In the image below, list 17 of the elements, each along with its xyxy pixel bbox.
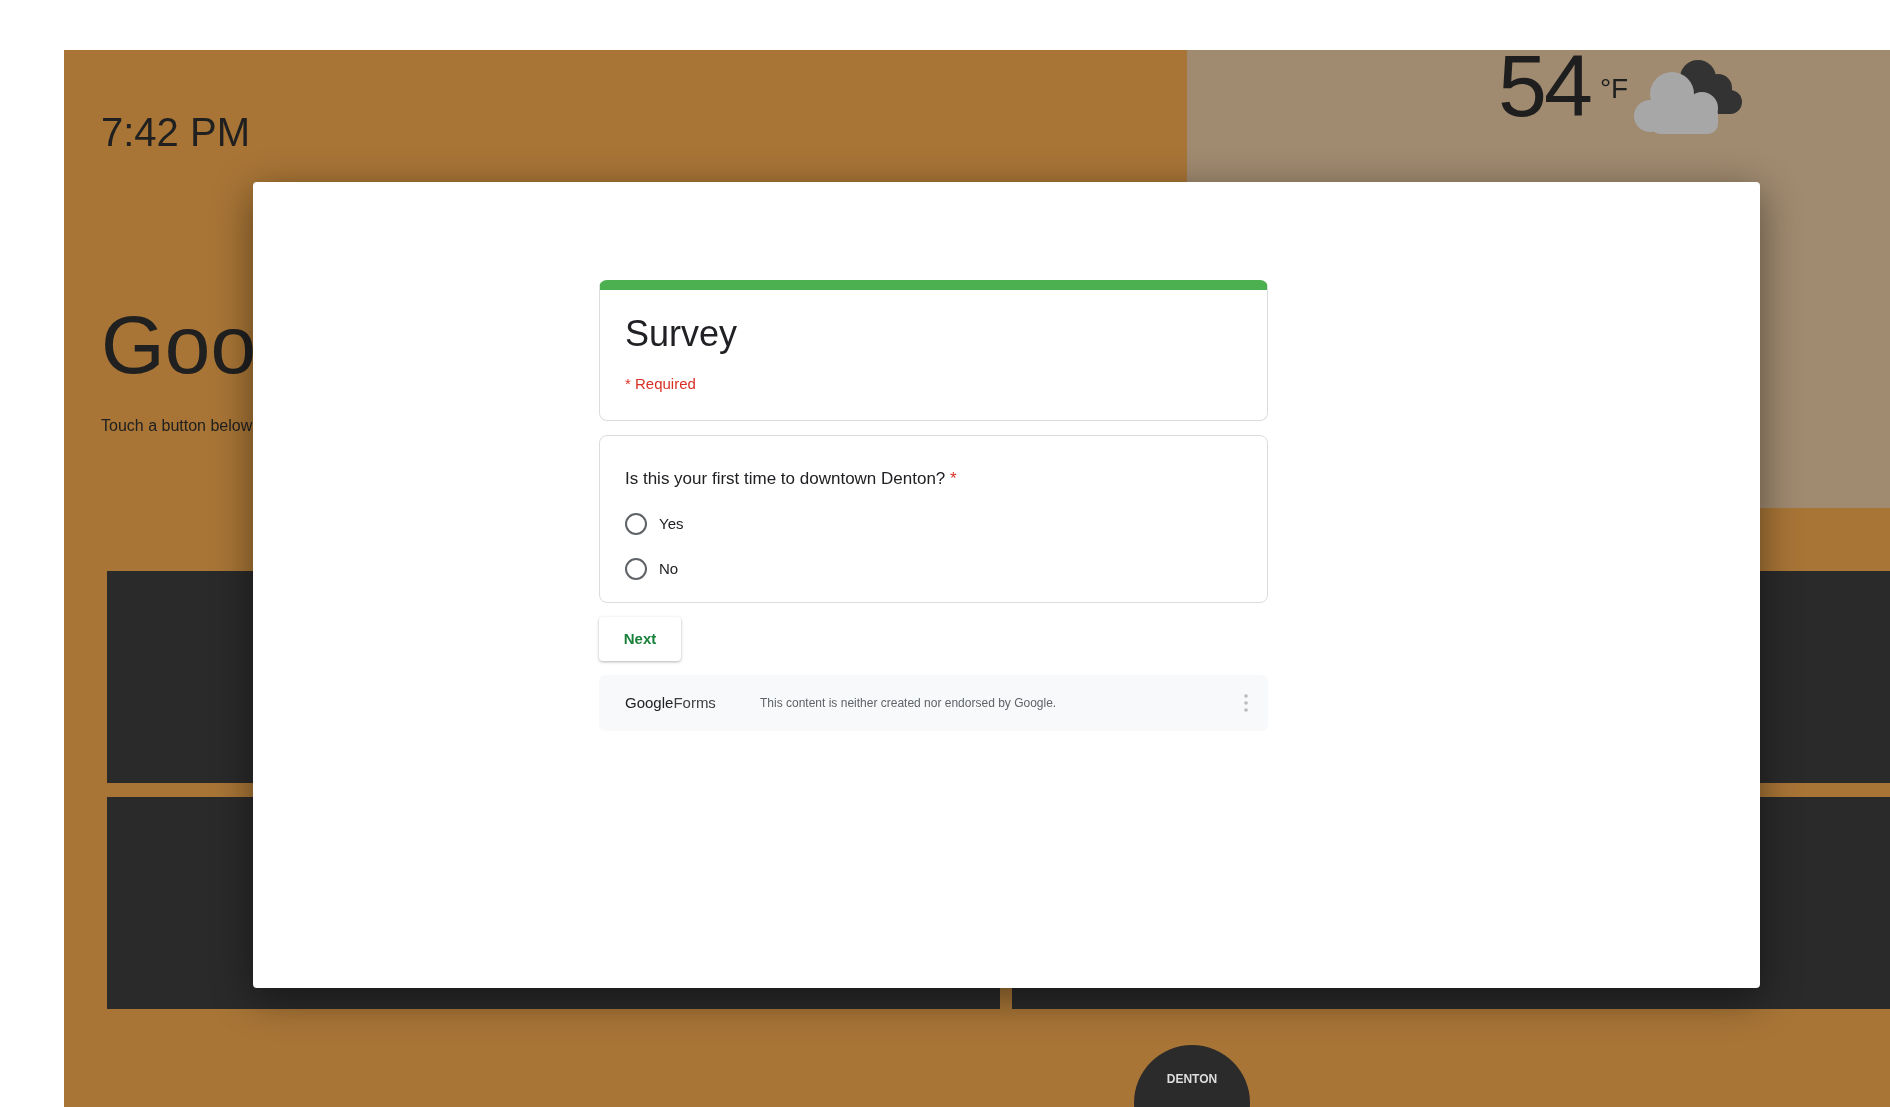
option-label[interactable]: No <box>659 557 679 581</box>
temperature-text: 54 <box>1498 42 1590 130</box>
option-label[interactable]: Yes <box>659 513 684 536</box>
instruction-text: Touch a button below <box>101 416 253 436</box>
time-text: 7:42 PM <box>101 112 250 152</box>
required-note: * Required <box>625 374 697 395</box>
form-title: Survey <box>625 312 739 356</box>
logo-text: DENTON <box>1166 1073 1218 1087</box>
radio-button[interactable] <box>625 557 647 580</box>
required-mark: * <box>950 468 957 488</box>
question-text: Is this your first time to downtown Denton? <box>625 468 946 488</box>
temperature-unit: °F <box>1599 72 1629 106</box>
brand-logo: GoogleForms <box>625 692 717 713</box>
radio-button[interactable] <box>625 513 647 536</box>
greeting-heading: Goo <box>101 304 256 386</box>
next-button[interactable]: Next <box>599 617 681 662</box>
disclaimer-text: This content is neither created nor endorsed by Google. <box>760 695 1058 713</box>
